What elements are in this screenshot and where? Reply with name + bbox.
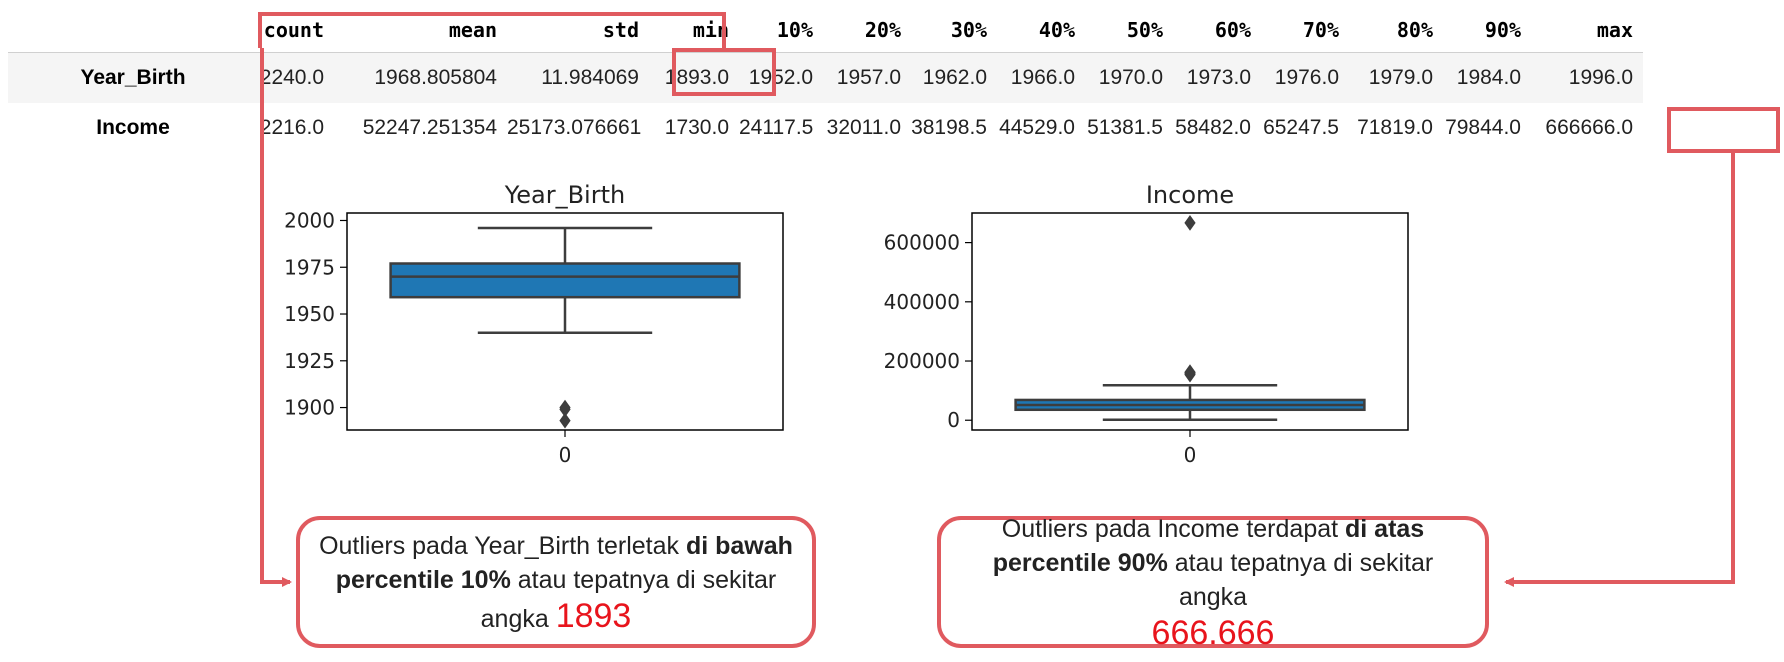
year-birth-boxplot: Year_Birth 1900 1925 1950 1975 2000 0	[284, 181, 784, 467]
table-row: Income 2216.0 52247.251354 25173.076661 …	[8, 102, 1643, 153]
note-line: angka 1893	[480, 596, 632, 635]
table-cell: 1979.0	[1368, 65, 1433, 89]
y-tick-label: 0	[947, 408, 960, 432]
count-column-highlight	[258, 12, 726, 48]
column-header: 80%	[1349, 8, 1443, 53]
table-cell: 44529.0	[999, 115, 1075, 139]
chart-title: Year_Birth	[504, 181, 625, 209]
iqr-box	[389, 262, 741, 299]
y-tick-label: 1950	[284, 302, 335, 326]
outlier-point	[559, 399, 571, 416]
x-tick-label: 0	[559, 443, 572, 467]
column-header: 90%	[1443, 8, 1531, 53]
y-tick-label: 1900	[284, 396, 335, 420]
year-birth-outlier-value: 1893	[555, 596, 632, 635]
column-header: 40%	[997, 8, 1085, 53]
column-header: 30%	[911, 8, 997, 53]
note-line: percentile 90% atau tepatnya di sekitar …	[992, 548, 1434, 611]
table-cell: 1966.0	[1010, 65, 1075, 89]
x-tick-label: 0	[1184, 443, 1197, 467]
table-cell: 2240.0	[259, 65, 324, 89]
year-birth-note: Outliers pada Year_Birth terletak di baw…	[296, 516, 816, 648]
table-cell: 1957.0	[836, 65, 901, 89]
note-line: Outliers pada Year_Birth terletak di baw…	[319, 531, 793, 560]
column-header: 10%	[739, 8, 823, 53]
column-header: 70%	[1261, 8, 1349, 53]
income-boxplot: Income 0 200000 400000 600000 0	[884, 181, 1409, 467]
chart-title: Income	[1146, 181, 1234, 209]
table-cell: 38198.5	[911, 115, 987, 139]
table-cell: 2216.0	[259, 115, 324, 139]
table-cell: 1970.0	[1098, 65, 1163, 89]
income-outlier-value: 666.666	[1151, 613, 1275, 652]
table-cell: 666666.0	[1545, 115, 1633, 139]
y-tick-label: 1925	[284, 349, 335, 373]
table-cell: 32011.0	[826, 115, 901, 139]
note-line: percentile 10% atau tepatnya di sekitar	[335, 565, 777, 594]
column-header: 60%	[1173, 8, 1261, 53]
note-line: Outliers pada Income terdapat di atas	[1001, 514, 1425, 543]
describe-table: count mean std min 10% 20% 30% 40% 50% 6…	[8, 8, 1643, 153]
table-header-row: count mean std min 10% 20% 30% 40% 50% 6…	[8, 8, 1643, 53]
column-header: max	[1531, 8, 1643, 53]
y-tick-label: 200000	[884, 349, 960, 373]
table-cell: 58482.0	[1175, 115, 1251, 139]
table-cell: 71819.0	[1357, 115, 1433, 139]
y-tick-label: 1975	[284, 255, 335, 279]
table-cell: 65247.5	[1263, 115, 1339, 139]
table-cell: 25173.076661	[507, 115, 642, 139]
table-row: Year_Birth 2240.0 1968.805804 11.984069 …	[8, 52, 1643, 103]
table-cell: 1973.0	[1186, 65, 1251, 89]
row-label: Year_Birth	[80, 65, 186, 89]
table-cell: 52247.251354	[362, 115, 497, 139]
y-tick-label: 2000	[284, 208, 335, 232]
table-cell: 1976.0	[1274, 65, 1339, 89]
table-cell: 24117.5	[739, 115, 814, 139]
column-header: 50%	[1085, 8, 1173, 53]
table-cell: 11.984069	[541, 65, 639, 89]
income-note: Outliers pada Income terdapat di atas pe…	[937, 515, 1489, 652]
row-label: Income	[96, 115, 170, 139]
note-line: 666.666	[1152, 614, 1275, 653]
table-cell: 79844.0	[1445, 115, 1521, 139]
outlier-point	[1184, 215, 1196, 231]
index-header	[8, 8, 258, 53]
column-header: 20%	[823, 8, 911, 53]
min-value-highlight	[672, 48, 776, 96]
table-cell: 1968.805804	[374, 65, 497, 89]
y-tick-label: 600000	[884, 231, 960, 255]
table-cell: 1962.0	[922, 65, 987, 89]
table-cell: 1996.0	[1568, 65, 1633, 89]
max-value-highlight	[1667, 107, 1780, 153]
y-tick-label: 400000	[884, 290, 960, 314]
table-cell: 51381.5	[1087, 115, 1163, 139]
table-cell: 1984.0	[1456, 65, 1521, 89]
right-connector-arrow	[1504, 153, 1735, 587]
table-cell: 1730.0	[664, 115, 729, 139]
